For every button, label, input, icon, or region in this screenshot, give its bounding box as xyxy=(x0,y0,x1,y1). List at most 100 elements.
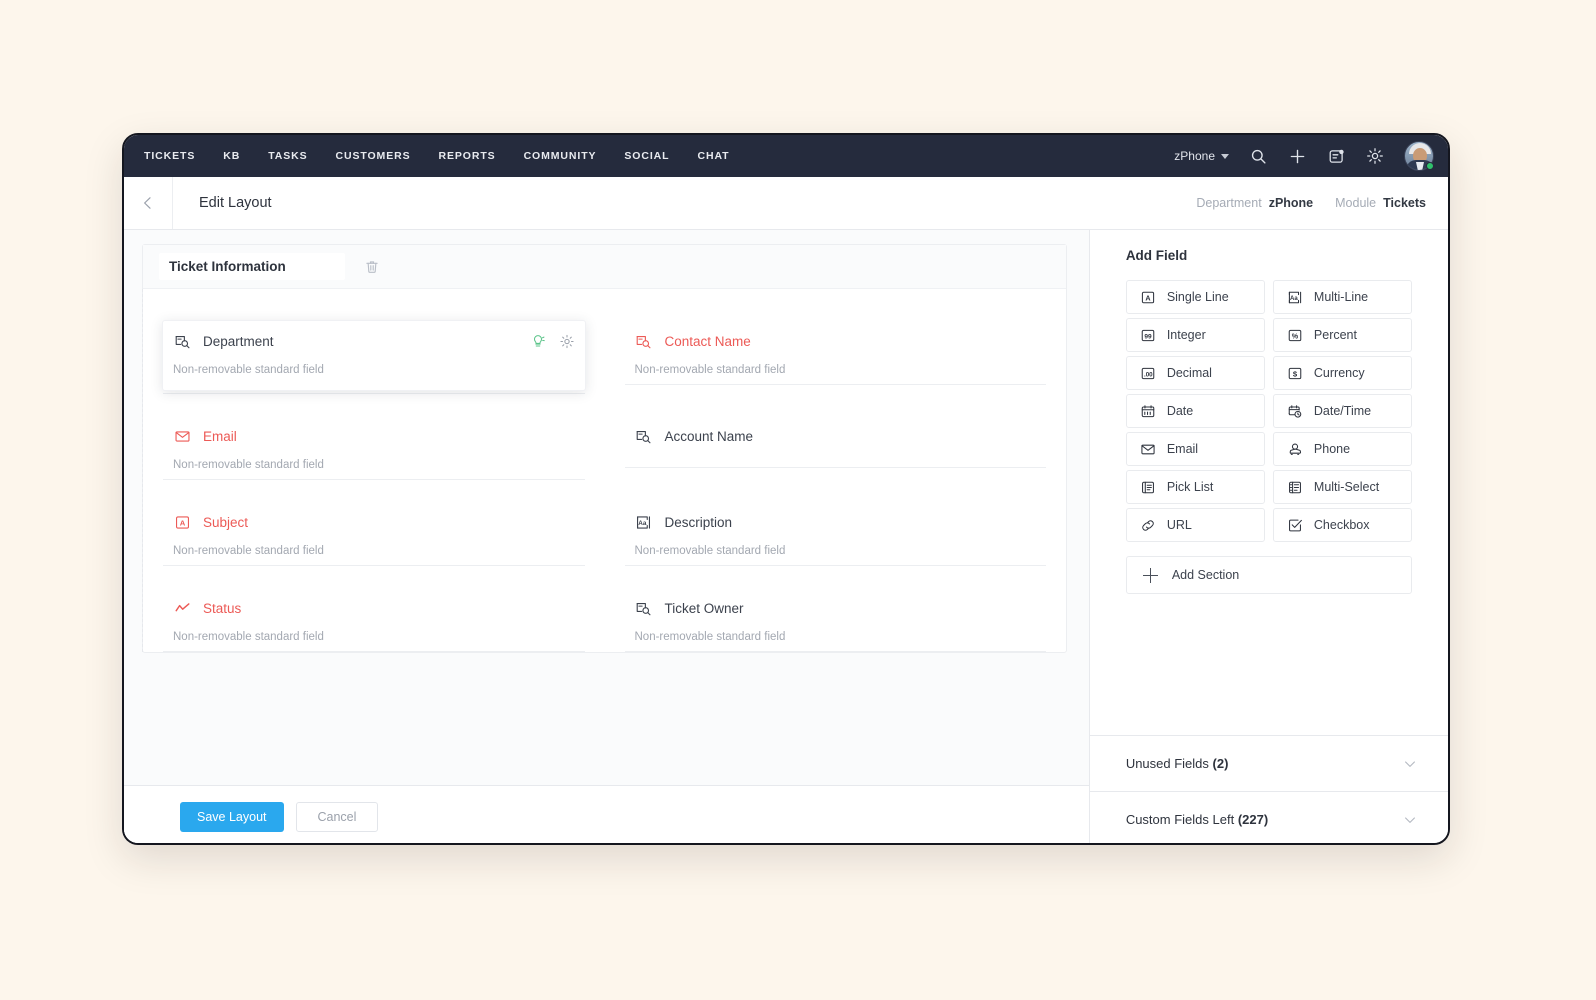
field-label-line: Ticket Owner xyxy=(635,597,1037,619)
field-row: Status Non-removable standard field Ticket… xyxy=(143,566,1066,652)
field-actions xyxy=(530,333,575,349)
datetime-icon xyxy=(1287,403,1303,419)
field-type-label: Email xyxy=(1166,442,1199,456)
field-type-label: Phone xyxy=(1313,442,1351,456)
nav-link-tickets[interactable]: TICKETS xyxy=(144,150,195,162)
field-type-label: Pick List xyxy=(1166,480,1214,494)
nav-link-social[interactable]: SOCIAL xyxy=(624,150,669,162)
breadcrumb-department: Department zPhone xyxy=(1196,196,1313,210)
field-grid: Department Non-removable standard field Co… xyxy=(142,289,1066,652)
phone-icon xyxy=(1287,441,1303,457)
field-type-multi-select[interactable]: Multi-Select xyxy=(1272,470,1412,504)
gear-icon[interactable] xyxy=(1365,146,1385,166)
nav-link-customers[interactable]: CUSTOMERS xyxy=(336,150,411,162)
field-subtext: Non-removable standard field xyxy=(173,545,324,557)
picklist-icon xyxy=(1140,479,1156,495)
editor-body: Ticket Information Department Non-removab… xyxy=(124,230,1448,843)
url-icon xyxy=(1140,517,1156,533)
layout-field-subject[interactable]: A Subject Non-removable standard field xyxy=(143,480,605,566)
field-label-line: Aa Description xyxy=(635,511,1037,533)
layout-field-status[interactable]: Status Non-removable standard field xyxy=(143,566,605,652)
plus-icon xyxy=(1142,567,1158,583)
layout-field-description[interactable]: Aa Description Non-removable standard fiel… xyxy=(605,480,1067,566)
field-underline xyxy=(624,384,1046,385)
field-label: Ticket Owner xyxy=(664,600,744,616)
field-type-single-line[interactable]: A Single Line xyxy=(1125,280,1265,314)
nav-link-kb[interactable]: KB xyxy=(223,150,240,162)
back-button[interactable] xyxy=(124,177,173,229)
field-type-currency[interactable]: $ Currency xyxy=(1272,356,1412,390)
nav-link-tasks[interactable]: TASKS xyxy=(268,150,307,162)
cancel-button[interactable]: Cancel xyxy=(295,801,379,832)
field-type-label: Checkbox xyxy=(1313,518,1370,532)
field-type-phone[interactable]: Phone xyxy=(1272,432,1412,466)
lookup-icon xyxy=(635,332,653,350)
field-type-date[interactable]: Date xyxy=(1125,394,1265,428)
breadcrumb: Department zPhone Module Tickets xyxy=(1196,196,1426,210)
notes-icon[interactable] xyxy=(1326,146,1346,166)
accordion-text: Unused Fields (2) xyxy=(1126,756,1229,771)
field-label: Subject xyxy=(203,514,249,530)
action-bar: Save Layout Cancel xyxy=(124,785,1089,843)
field-type-label: Decimal xyxy=(1166,366,1212,380)
field-type-percent[interactable]: % Percent xyxy=(1272,318,1412,352)
field-inner: Account Name xyxy=(625,416,1047,465)
save-layout-button[interactable]: Save Layout xyxy=(180,801,284,832)
field-inner: Email Non-removable standard field xyxy=(163,416,585,477)
add-field-panel-top: Add Field A Single Line Aa Multi-Line 99 Inte… xyxy=(1090,230,1448,735)
field-label-line: Status xyxy=(173,597,575,619)
multi-line-icon: Aa xyxy=(1287,289,1303,305)
section-name-input[interactable]: Ticket Information xyxy=(159,253,345,280)
trash-icon[interactable] xyxy=(361,256,383,278)
field-subtext: Non-removable standard field xyxy=(634,364,786,376)
field-type-email[interactable]: Email xyxy=(1125,432,1265,466)
section-header: Ticket Information xyxy=(143,245,1066,289)
accordion-unused-fields[interactable]: Unused Fields (2) xyxy=(1089,735,1448,791)
field-inner: Contact Name Non-removable standard field xyxy=(625,321,1047,382)
accordion-custom-fields-left[interactable]: Custom Fields Left (227) xyxy=(1089,791,1448,843)
nav-link-reports[interactable]: REPORTS xyxy=(439,150,496,162)
search-icon[interactable] xyxy=(1248,146,1268,166)
field-label: Status xyxy=(203,600,242,616)
add-section-button[interactable]: Add Section xyxy=(1125,556,1412,594)
field-subtext: Non-removable standard field xyxy=(173,364,324,376)
layout-field-ticket-owner[interactable]: Ticket Owner Non-removable standard field xyxy=(605,566,1067,652)
field-underline xyxy=(624,651,1046,652)
field-type-date-time[interactable]: Date/Time xyxy=(1272,394,1412,428)
nav-link-chat[interactable]: CHAT xyxy=(697,150,729,162)
field-type-pick-list[interactable]: Pick List xyxy=(1125,470,1265,504)
gear-icon[interactable] xyxy=(559,333,575,349)
field-inner: Department Non-removable standard field xyxy=(162,320,586,391)
field-type-decimal[interactable]: .00 Decimal xyxy=(1125,356,1265,390)
layout-section: Ticket Information Department Non-removab… xyxy=(142,244,1067,653)
department-switcher[interactable]: zPhone xyxy=(1174,149,1229,163)
layout-field-department[interactable]: Department Non-removable standard field xyxy=(143,299,605,394)
nav-link-community[interactable]: COMMUNITY xyxy=(524,150,597,162)
layout-canvas-column: Ticket Information Department Non-removab… xyxy=(124,230,1090,843)
field-type-integer[interactable]: 99 Integer xyxy=(1125,318,1265,352)
layout-field-account-name[interactable]: Account Name xyxy=(605,394,1067,480)
single-line-icon: A xyxy=(1140,289,1156,305)
layout-field-email[interactable]: Email Non-removable standard field xyxy=(143,394,605,480)
field-label: Account Name xyxy=(664,428,754,444)
field-type-url[interactable]: URL xyxy=(1125,508,1265,542)
layout-canvas: Ticket Information Department Non-removab… xyxy=(124,230,1089,785)
multi-line-icon: Aa xyxy=(635,513,653,531)
add-section-label: Add Section xyxy=(1171,568,1240,582)
field-row: Department Non-removable standard field Co… xyxy=(143,299,1066,394)
breadcrumb-department-value: zPhone xyxy=(1268,196,1314,210)
field-subtext: Non-removable standard field xyxy=(634,631,786,643)
single-line-icon: A xyxy=(173,513,191,531)
app-window: TICKETS KB TASKS CUSTOMERS REPORTS COMMUNITY S… xyxy=(122,133,1450,845)
top-nav-right-tools: zPhone xyxy=(1174,141,1434,171)
avatar-container xyxy=(1404,141,1434,171)
field-type-label: Multi-Line xyxy=(1313,290,1369,304)
plus-icon[interactable] xyxy=(1287,146,1307,166)
field-type-multi-line[interactable]: Aa Multi-Line xyxy=(1272,280,1412,314)
field-inner: A Subject Non-removable standard field xyxy=(163,502,585,563)
svg-text:A: A xyxy=(1145,293,1150,302)
bulb-icon[interactable] xyxy=(530,333,546,349)
layout-field-contact-name[interactable]: Contact Name Non-removable standard field xyxy=(605,299,1067,394)
field-type-checkbox[interactable]: Checkbox xyxy=(1272,508,1412,542)
field-label-line: Email xyxy=(173,425,575,447)
